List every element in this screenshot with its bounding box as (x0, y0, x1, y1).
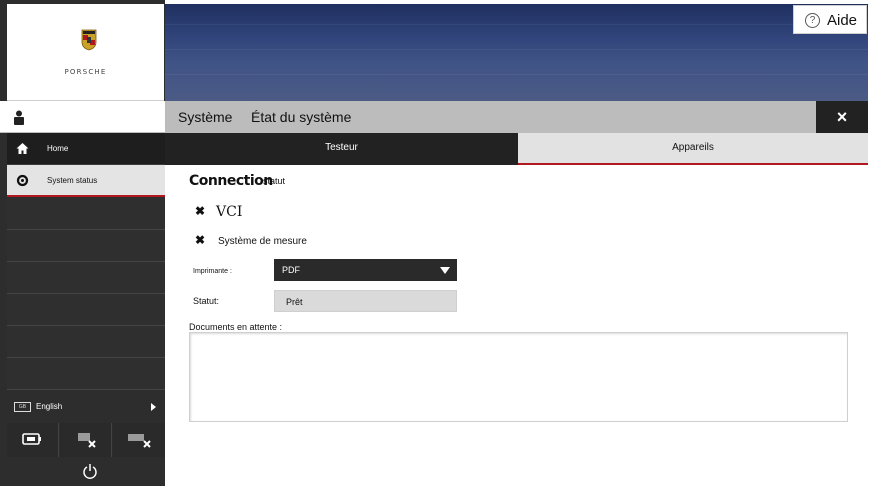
battery-icon (22, 433, 41, 445)
user-icon (14, 110, 24, 125)
sidebar-empty-row (7, 230, 165, 262)
pending-documents-label: Documents en attente : (189, 322, 283, 332)
battery-button[interactable] (7, 423, 59, 457)
device-buttons (7, 423, 165, 457)
home-icon (16, 143, 29, 154)
sidebar-empty-row (7, 358, 165, 390)
version-text (11, 469, 12, 473)
x-mark-icon: ✖ (195, 204, 206, 218)
status-label: Statut: (193, 296, 220, 306)
tab-appareils[interactable]: Appareils (518, 133, 868, 165)
vci-disconnected-icon (78, 433, 96, 448)
breadcrumb-section: Système (178, 109, 233, 125)
close-button[interactable]: × (816, 101, 868, 133)
keyboard-icon: GB (14, 402, 31, 412)
title-bar: Système État du système × (165, 101, 868, 133)
sidebar-empty-row (7, 262, 165, 294)
power-row (7, 457, 165, 486)
language-label: English (36, 402, 63, 411)
sidebar-empty-row (7, 294, 165, 326)
porsche-crest-icon (81, 29, 97, 51)
user-row[interactable] (0, 101, 165, 133)
sidebar-item-label: Home (47, 144, 69, 153)
sidebar-item-system-status[interactable]: System status (7, 165, 165, 197)
measurement-device-button[interactable] (113, 423, 165, 457)
header-banner (165, 4, 868, 101)
measure-disconnected-icon (128, 434, 151, 448)
help-button[interactable]: ? Aide (793, 5, 867, 34)
printer-label: Imprimante : (193, 268, 232, 275)
sidebar: PORSCHE Home System status GB English (0, 0, 165, 486)
page-title: État du système (251, 109, 352, 125)
connection-title: Connection (189, 173, 273, 189)
connection-subtitle: statut (263, 176, 286, 186)
sidebar-item-home[interactable]: Home (7, 133, 165, 165)
vci-device-button[interactable] (60, 423, 112, 457)
help-label: Aide (827, 12, 858, 29)
power-icon[interactable] (82, 463, 98, 479)
chevron-down-icon (440, 267, 450, 274)
logo-panel: PORSCHE (7, 4, 164, 101)
sidebar-empty-row (7, 198, 165, 230)
pending-documents-list[interactable] (189, 332, 848, 422)
brand-wordmark: PORSCHE (64, 68, 107, 76)
x-mark-icon: ✖ (195, 233, 206, 247)
printer-select[interactable]: PDF (274, 259, 457, 281)
help-circle-icon: ? (805, 13, 820, 28)
vci-label: VCI (216, 204, 243, 220)
sidebar-item-label: System status (47, 176, 98, 185)
language-selector[interactable]: GB English (7, 393, 165, 421)
gear-icon (16, 174, 29, 187)
chevron-right-icon (151, 403, 156, 411)
tab-testeur[interactable]: Testeur (165, 133, 518, 165)
status-field: Prêt (274, 290, 457, 312)
printer-select-value: PDF (282, 265, 300, 275)
measurement-system-label: Système de mesure (218, 236, 307, 247)
close-icon: × (836, 107, 848, 127)
sidebar-empty-row (7, 326, 165, 358)
